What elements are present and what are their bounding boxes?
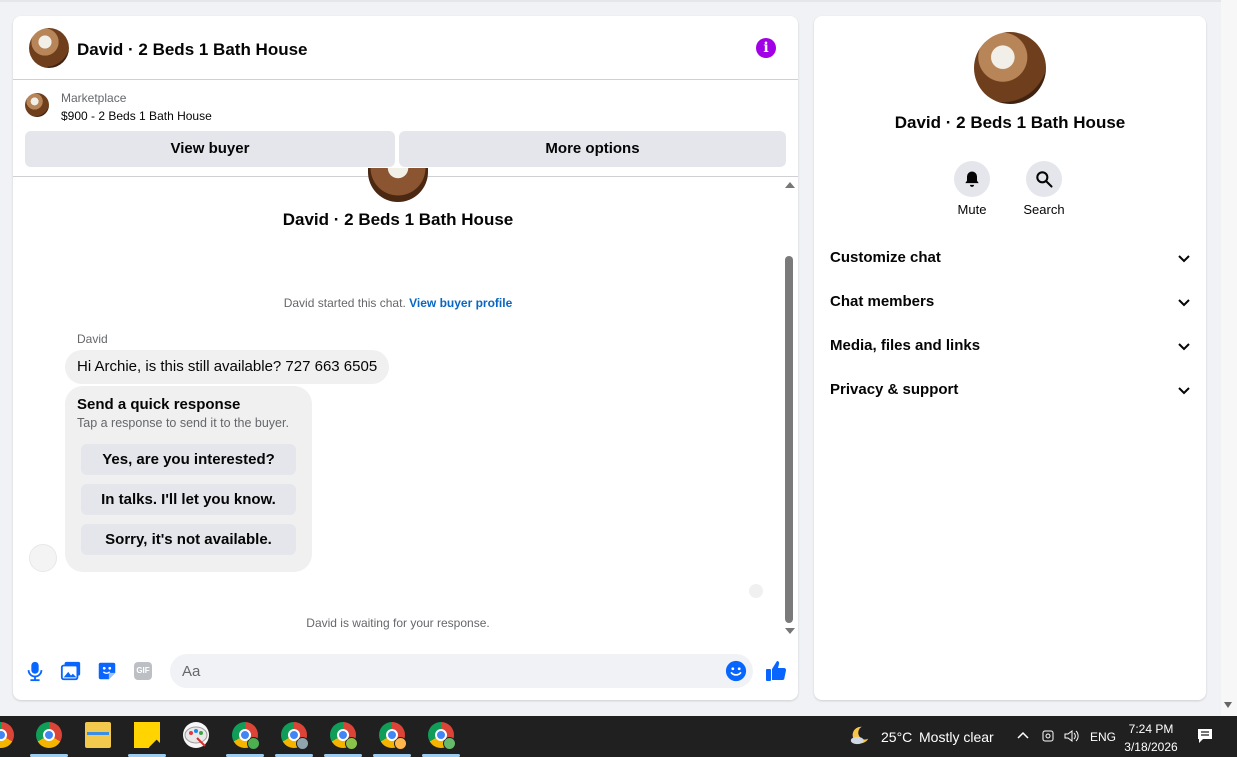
quick-response-title: Send a quick response [77,396,241,413]
thumbs-up-icon[interactable] [764,659,788,683]
camera-privacy-icon[interactable] [1040,728,1056,744]
view-buyer-button[interactable]: View buyer [25,131,395,167]
taskbar-chrome-profile-5-icon[interactable] [428,722,456,750]
section-label: Media, files and links [830,337,981,354]
search-label[interactable]: Search [1004,202,1084,217]
chevron-up-icon[interactable] [1015,728,1031,744]
seen-indicator [749,584,763,598]
mute-label[interactable]: Mute [932,202,1012,217]
photo-icon[interactable] [60,660,82,682]
quick-response-not-available-button[interactable]: Sorry, it's not available. [81,524,296,555]
windows-taskbar: 25°C Mostly clear ENG 7:24 PM 3/18/2026 [0,716,1237,757]
chevron-down-icon [1178,343,1190,351]
page-scrollbar[interactable] [1221,0,1237,716]
scroll-up-arrow-icon[interactable] [785,182,795,188]
section-privacy-support[interactable]: Privacy & support [830,378,1192,402]
system-clock[interactable]: 7:24 PM 3/18/2026 [1114,720,1188,756]
weather-temperature[interactable]: 25°C [881,729,912,745]
search-button[interactable] [1026,161,1062,197]
taskbar-chrome-profile-4-icon[interactable] [379,722,407,750]
sender-avatar[interactable] [29,544,57,572]
listing-thumbnail[interactable] [25,93,49,117]
clock-date: 3/18/2026 [1124,740,1178,754]
section-customize-chat[interactable]: Customize chat [830,246,1192,270]
chat-started-notice: David started this chat. View buyer prof… [13,296,783,310]
quick-response-in-talks-button[interactable]: In talks. I'll let you know. [81,484,296,515]
profile-badge-icon [247,737,260,750]
taskbar-chrome-icon[interactable] [36,722,62,748]
taskbar-chrome-profile-2-icon[interactable] [281,722,309,750]
mute-button[interactable] [954,161,990,197]
chevron-down-icon [1178,387,1190,395]
conversation-heading: David · 2 Beds 1 Bath House [282,210,514,229]
listing-banner: Marketplace $900 - 2 Beds 1 Bath House V… [13,80,798,177]
emoji-icon[interactable] [725,660,747,682]
section-chat-members[interactable]: Chat members [830,290,1192,314]
microphone-icon[interactable] [24,660,46,682]
sticker-icon[interactable] [96,660,118,682]
conversation-title[interactable]: David · 2 Beds 1 Bath House [77,40,308,60]
section-media-files-links[interactable]: Media, files and links [830,334,1192,358]
taskbar-app-partial-icon[interactable] [0,722,14,748]
section-label: Chat members [830,293,935,310]
gif-icon[interactable]: GIF [134,662,152,680]
conversation-header-avatar [368,168,428,202]
weather-condition[interactable]: Mostly clear [919,729,994,745]
search-icon [1036,171,1053,188]
section-label: Customize chat [830,249,941,266]
chevron-down-icon [1178,299,1190,307]
taskbar-chrome-profile-3-icon[interactable] [330,722,358,750]
message-input[interactable] [182,654,712,688]
chat-panel: David · 2 Beds 1 Bath House i Marketplac… [13,16,798,700]
profile-badge-icon [394,737,407,750]
quick-response-subtitle: Tap a response to send it to the buyer. [77,416,289,430]
chat-header: David · 2 Beds 1 Bath House i [13,16,798,80]
chat-started-text: David started this chat. [283,296,406,310]
taskbar-chrome-profile-1-icon[interactable] [232,722,260,750]
info-panel: David · 2 Beds 1 Bath House Mute Search … [814,16,1206,700]
listing-source: Marketplace [61,91,127,105]
profile-avatar[interactable] [974,32,1046,104]
taskbar-file-explorer-icon[interactable] [85,722,111,748]
quick-response-card: Send a quick response Tap a response to … [65,386,312,572]
profile-badge-icon [443,737,456,750]
taskbar-paint-icon[interactable] [183,722,209,748]
bell-icon [965,171,979,187]
quick-response-yes-button[interactable]: Yes, are you interested? [81,444,296,475]
view-buyer-profile-link[interactable]: View buyer profile [409,296,512,310]
waiting-notice: David is waiting for your response. [306,616,490,630]
section-label: Privacy & support [830,381,959,398]
listing-price[interactable]: $900 - 2 Beds 1 Bath House [61,109,212,123]
notification-icon[interactable] [1196,727,1214,745]
clock-time: 7:24 PM [1128,722,1174,736]
message-input-wrapper [170,654,753,688]
top-divider [0,0,1237,2]
sender-name: David [77,332,108,346]
message-composer: GIF [13,644,798,700]
message-list: David · 2 Beds 1 Bath House David starte… [13,168,798,640]
scrollbar-thumb[interactable] [785,256,793,623]
more-options-button[interactable]: More options [399,131,786,167]
palette-icon [184,726,208,747]
info-icon[interactable]: i [756,38,776,58]
input-language[interactable]: ENG [1090,730,1116,744]
page-scroll-down-arrow-icon[interactable] [1224,702,1232,708]
speaker-icon[interactable] [1063,728,1079,744]
conversation-avatar[interactable] [29,28,69,68]
profile-badge-icon [296,737,309,750]
moon-cloud-icon[interactable] [849,724,871,746]
taskbar-sticky-notes-icon[interactable] [134,722,160,748]
chevron-down-icon [1178,255,1190,263]
message-scrollbar[interactable] [783,180,797,636]
scroll-down-arrow-icon[interactable] [785,628,795,634]
incoming-message-bubble[interactable]: Hi Archie, is this still available? 727 … [65,350,390,384]
profile-name: David · 2 Beds 1 Bath House [894,113,1126,132]
profile-badge-icon [345,737,358,750]
